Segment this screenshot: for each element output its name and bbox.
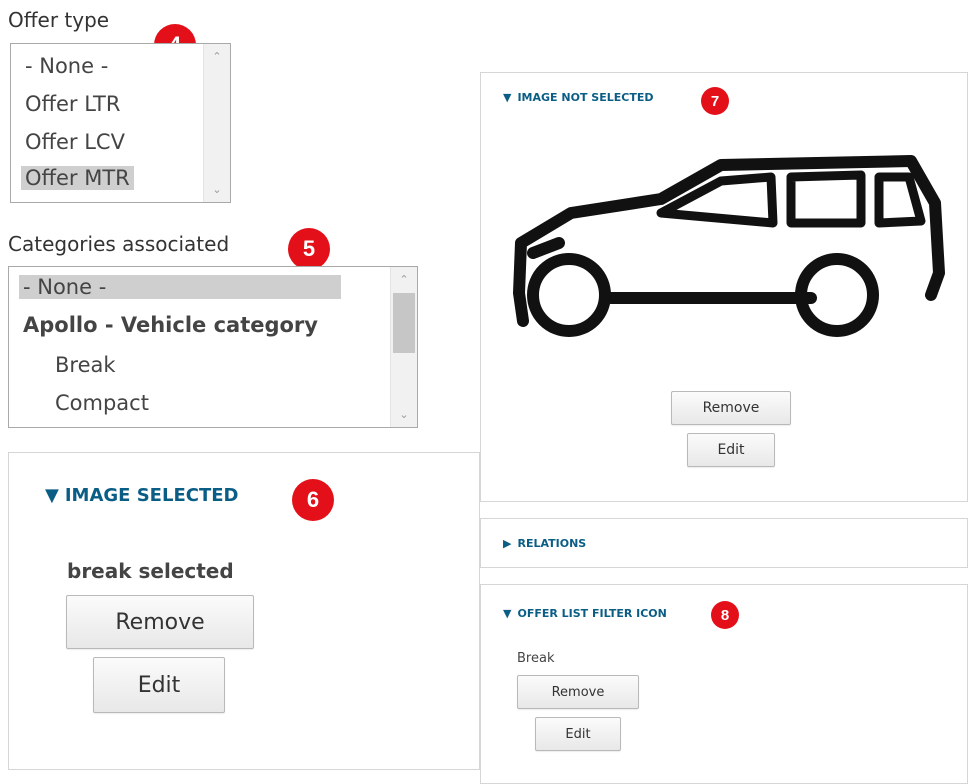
offer-type-option[interactable]: Offer LTR bbox=[25, 92, 120, 116]
categories-select[interactable]: - None - Apollo - Vehicle category Break… bbox=[8, 266, 418, 428]
offer-type-option[interactable]: Offer LCV bbox=[25, 130, 125, 154]
remove-button[interactable]: Remove bbox=[671, 391, 791, 425]
categories-scrollbar[interactable]: ⌃ ⌄ bbox=[390, 267, 417, 427]
remove-button[interactable]: Remove bbox=[66, 595, 254, 649]
categories-option[interactable]: Compact bbox=[55, 391, 149, 415]
edit-button[interactable]: Edit bbox=[535, 717, 621, 751]
car-icon bbox=[513, 155, 945, 337]
categories-option-group[interactable]: Apollo - Vehicle category bbox=[23, 313, 318, 337]
image-not-selected-panel: ▼ IMAGE NOT SELECTED 7 Remove Edit bbox=[480, 72, 968, 502]
scroll-down-icon[interactable]: ⌄ bbox=[391, 408, 417, 421]
edit-button[interactable]: Edit bbox=[687, 433, 775, 467]
categories-option[interactable]: Break bbox=[55, 353, 116, 377]
expanded-triangle-icon: ▼ bbox=[503, 91, 512, 104]
image-selected-summary[interactable]: ▼ IMAGE SELECTED bbox=[45, 485, 238, 506]
expanded-triangle-icon: ▼ bbox=[503, 607, 512, 620]
relations-summary[interactable]: ▶ RELATIONS bbox=[503, 537, 586, 550]
annotation-badge-8: 8 bbox=[711, 601, 739, 629]
scroll-up-icon[interactable]: ⌃ bbox=[391, 273, 417, 286]
scroll-thumb[interactable] bbox=[393, 293, 415, 353]
image-filename: Break bbox=[517, 651, 555, 666]
annotation-badge-6: 6 bbox=[292, 479, 334, 521]
categories-option-selected[interactable]: - None - bbox=[19, 275, 341, 299]
scroll-down-icon[interactable]: ⌄ bbox=[204, 183, 230, 196]
scroll-up-icon[interactable]: ⌃ bbox=[204, 50, 230, 63]
offer-list-filter-icon-panel: ▼ OFFER LIST FILTER ICON 8 Break Remove E… bbox=[480, 584, 968, 784]
remove-button[interactable]: Remove bbox=[517, 675, 639, 709]
offer-type-select[interactable]: - None - Offer LTR Offer LCV Offer MTR ⌃… bbox=[10, 43, 231, 203]
categories-label: Categories associated bbox=[8, 232, 230, 256]
annotation-badge-5: 5 bbox=[288, 228, 330, 270]
image-filename: break selected bbox=[67, 559, 234, 583]
image-not-selected-summary[interactable]: ▼ IMAGE NOT SELECTED bbox=[503, 91, 653, 104]
offer-type-label: Offer type bbox=[8, 8, 110, 32]
relations-panel: ▶ RELATIONS bbox=[480, 518, 968, 568]
collapsed-triangle-icon: ▶ bbox=[503, 537, 512, 550]
offer-type-option[interactable]: - None - bbox=[25, 54, 108, 78]
image-selected-panel: ▼ IMAGE SELECTED 6 break selected Remove … bbox=[8, 452, 480, 770]
expanded-triangle-icon: ▼ bbox=[45, 485, 59, 506]
edit-button[interactable]: Edit bbox=[93, 657, 225, 713]
annotation-badge-7: 7 bbox=[701, 87, 729, 115]
offer-list-filter-icon-summary[interactable]: ▼ OFFER LIST FILTER ICON bbox=[503, 607, 667, 620]
offer-type-scrollbar[interactable]: ⌃ ⌄ bbox=[203, 44, 230, 202]
offer-type-option-selected[interactable]: Offer MTR bbox=[21, 166, 134, 190]
